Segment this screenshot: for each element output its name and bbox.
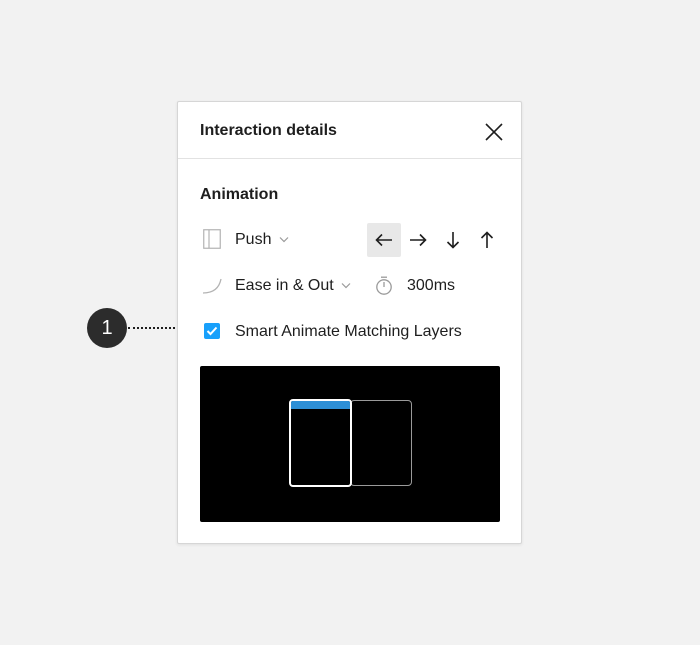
easing-curve-icon	[202, 278, 222, 299]
preview-frame-header-bar	[291, 401, 350, 409]
easing-value: Ease in & Out	[235, 277, 334, 294]
smart-animate-label: Smart Animate Matching Layers	[235, 323, 462, 340]
transition-type-value: Push	[235, 231, 272, 248]
direction-left-button[interactable]	[367, 223, 401, 257]
direction-up-button[interactable]	[470, 223, 504, 257]
smart-animate-checkbox[interactable]	[204, 323, 220, 339]
animation-section-title: Animation	[200, 186, 279, 203]
arrow-down-icon	[446, 232, 460, 249]
duration-input[interactable]: 300ms	[407, 276, 467, 296]
chevron-down-icon	[279, 237, 289, 243]
push-transition-icon	[203, 229, 221, 254]
callout-marker: 1	[87, 308, 127, 348]
close-button[interactable]	[482, 120, 506, 144]
preview-frame-source	[289, 399, 352, 487]
timer-icon	[375, 276, 393, 301]
preview-frame-destination	[350, 400, 412, 486]
interaction-details-panel: Interaction details Animation Push Ease …	[177, 101, 522, 544]
direction-right-button[interactable]	[401, 223, 435, 257]
transition-type-dropdown[interactable]: Push	[235, 230, 293, 250]
panel-header: Interaction details	[178, 102, 521, 159]
close-icon	[485, 123, 503, 141]
arrow-right-icon	[410, 233, 427, 247]
callout-number: 1	[101, 316, 113, 339]
arrow-left-icon	[375, 233, 392, 247]
easing-dropdown[interactable]: Ease in & Out	[235, 276, 355, 296]
arrow-up-icon	[480, 231, 494, 248]
checkmark-icon	[206, 326, 218, 336]
duration-value: 300ms	[407, 277, 456, 294]
callout-connector	[128, 327, 175, 329]
animation-preview	[200, 366, 500, 522]
chevron-down-icon	[341, 283, 351, 289]
panel-title: Interaction details	[200, 122, 337, 139]
direction-down-button[interactable]	[436, 223, 470, 257]
